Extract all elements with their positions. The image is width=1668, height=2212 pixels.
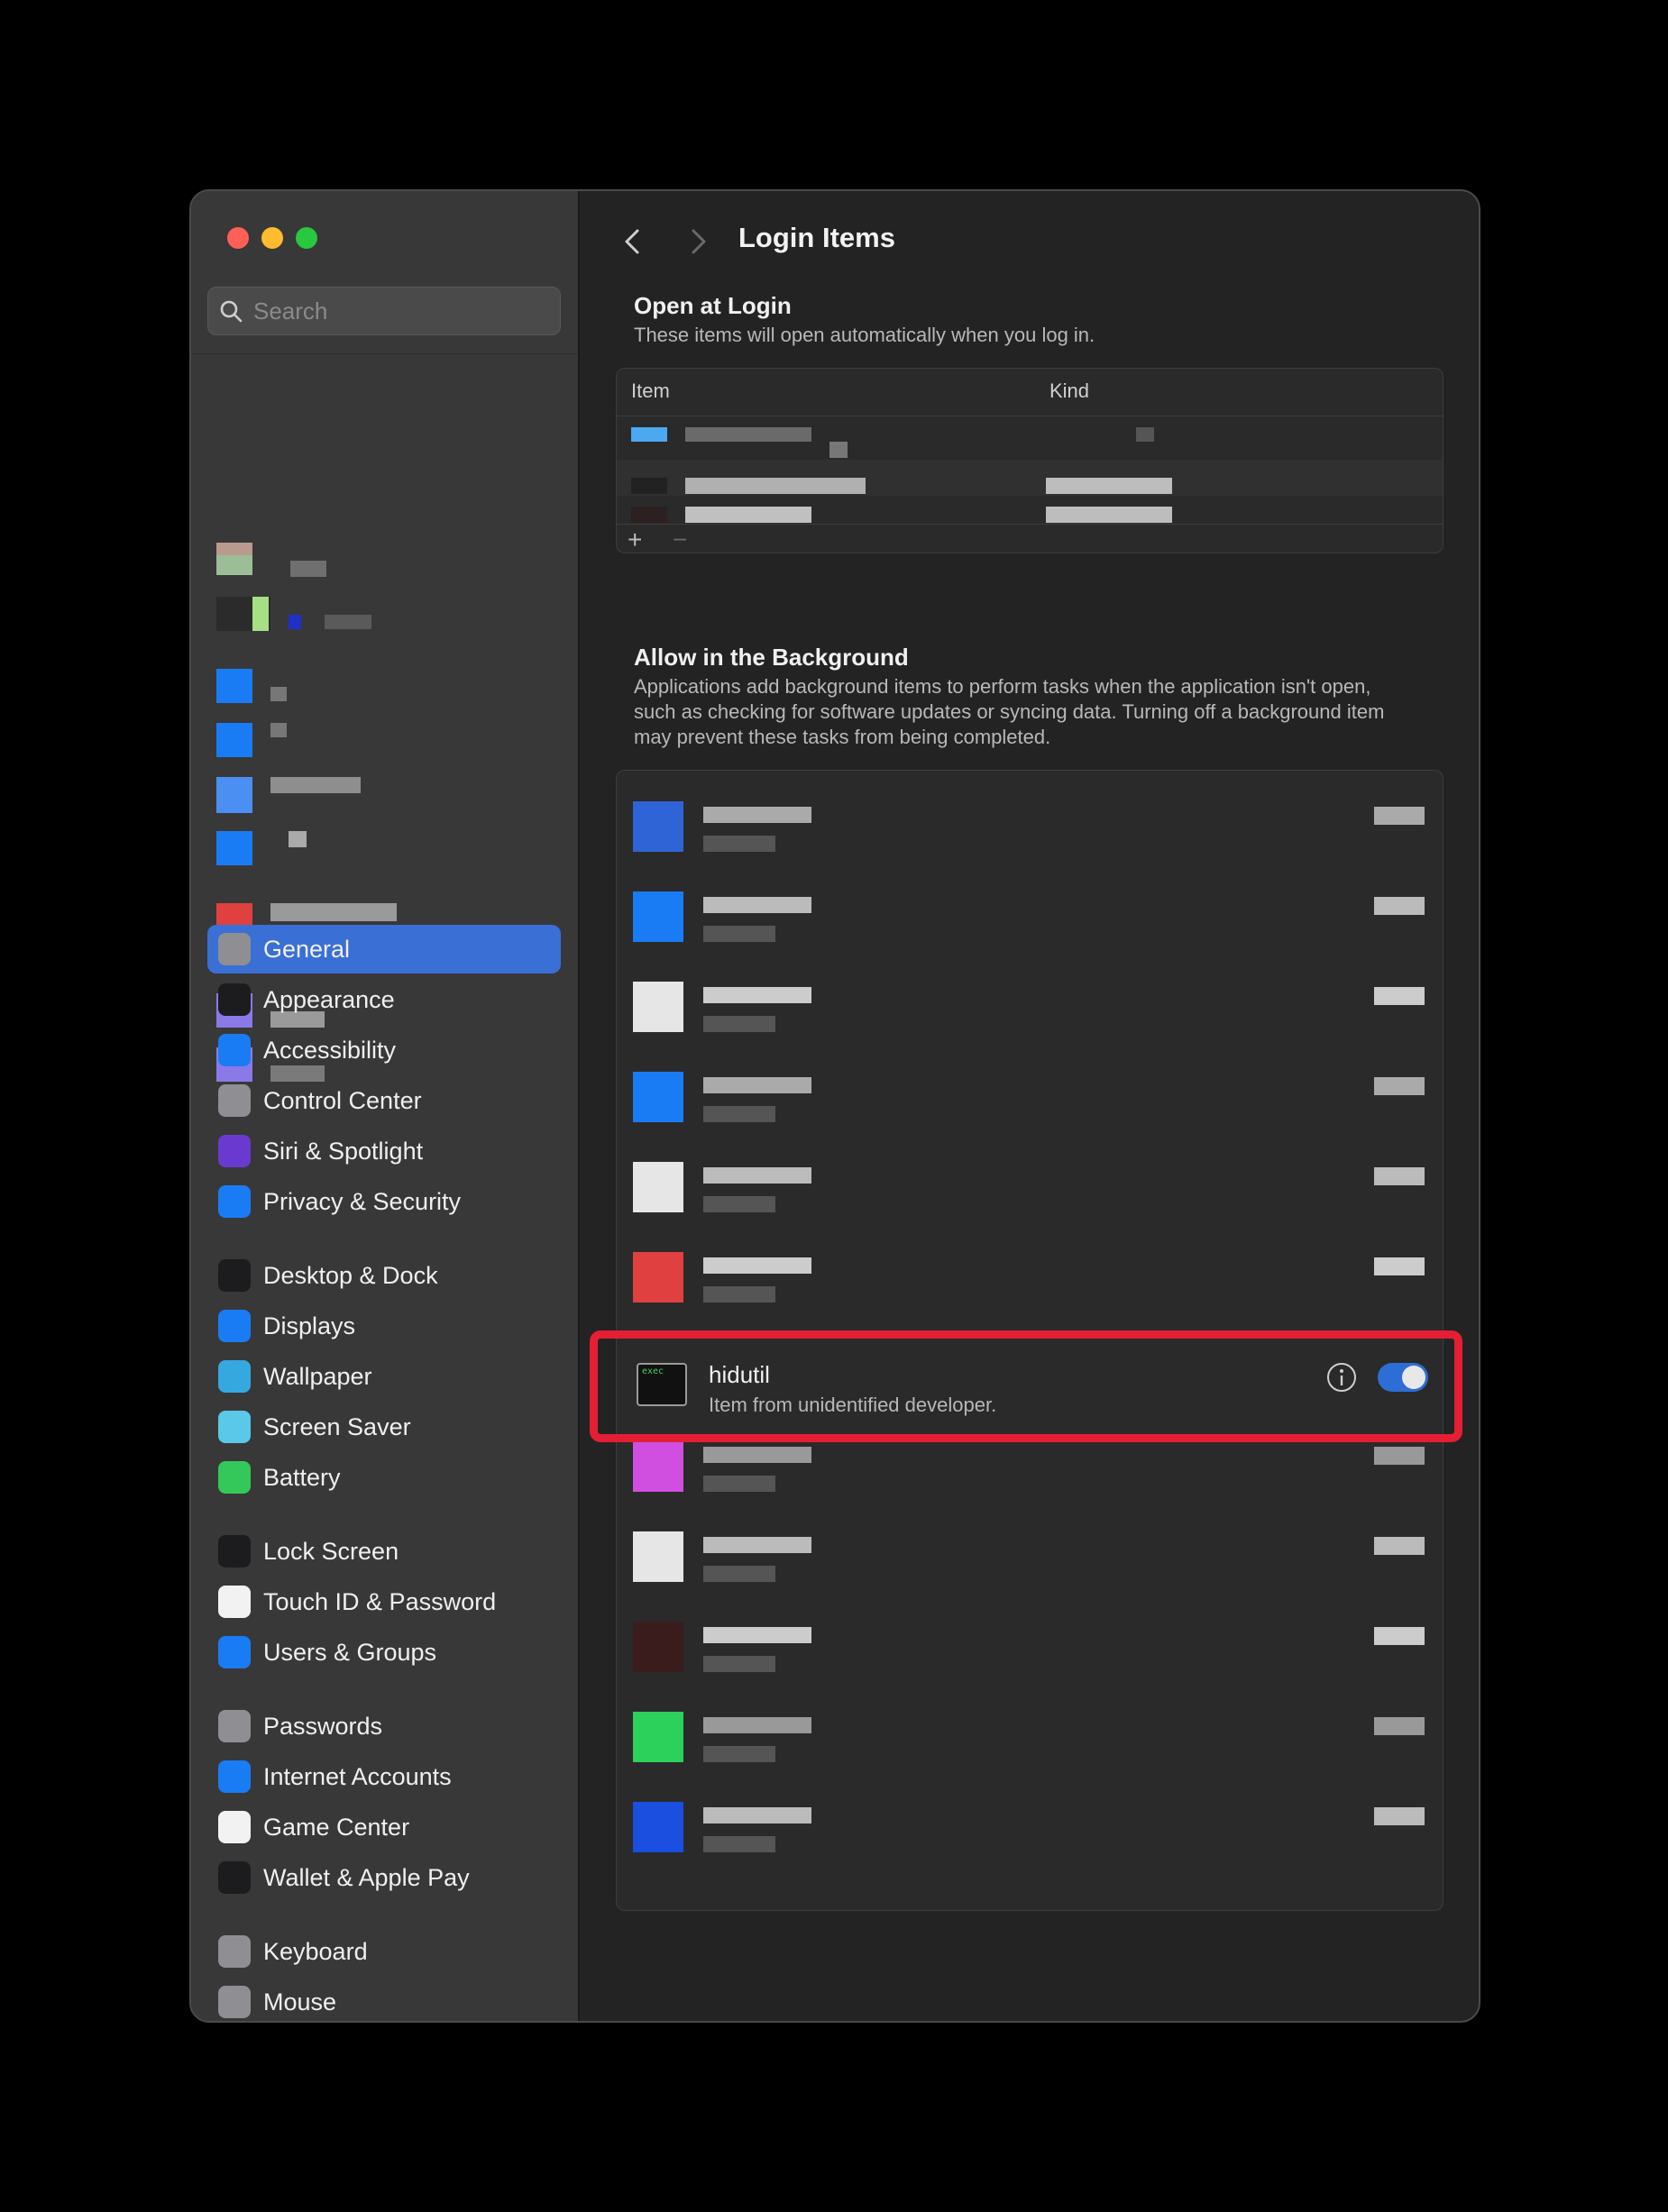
table-row[interactable] bbox=[617, 416, 1443, 460]
list-item[interactable] bbox=[617, 1050, 1443, 1140]
sidebar-item-label: Lock Screen bbox=[263, 1537, 399, 1565]
fingerprint-icon bbox=[218, 1586, 251, 1618]
back-button[interactable] bbox=[616, 224, 652, 260]
sidebar: General Appearance Accessibility Control Ce… bbox=[191, 191, 580, 2021]
sidebar-item-wallet-apple-pay[interactable]: Wallet & Apple Pay bbox=[207, 1853, 561, 1902]
dock-icon bbox=[218, 1259, 251, 1292]
list-item[interactable] bbox=[617, 780, 1443, 870]
open-at-login-title: Open at Login bbox=[634, 292, 792, 319]
control-center-icon bbox=[218, 1084, 251, 1117]
flower-icon bbox=[218, 1360, 251, 1393]
sidebar-item-label: Touch ID & Password bbox=[263, 1587, 497, 1615]
search-input[interactable] bbox=[252, 296, 544, 326]
forward-button[interactable] bbox=[679, 224, 715, 260]
list-item[interactable] bbox=[617, 1510, 1443, 1600]
sidebar-item-accessibility[interactable]: Accessibility bbox=[207, 1026, 561, 1074]
sidebar-item-label: Internet Accounts bbox=[263, 1762, 452, 1790]
highlight-annotation bbox=[590, 1330, 1462, 1442]
battery-icon bbox=[218, 1461, 251, 1494]
open-at-login-subtitle: These items will open automatically when… bbox=[634, 324, 1095, 346]
search-field[interactable] bbox=[207, 287, 561, 335]
sidebar-item-label: Desktop & Dock bbox=[263, 1261, 438, 1289]
sidebar-item-desktop-dock[interactable]: Desktop & Dock bbox=[207, 1251, 561, 1300]
list-item[interactable] bbox=[617, 870, 1443, 960]
window-controls bbox=[227, 227, 317, 249]
sidebar-item-displays[interactable]: Displays bbox=[207, 1302, 561, 1350]
sidebar-item-label: Game Center bbox=[263, 1813, 410, 1841]
screen-saver-icon bbox=[218, 1411, 251, 1443]
sidebar-item-lock-screen[interactable]: Lock Screen bbox=[207, 1527, 561, 1576]
hand-icon bbox=[218, 1185, 251, 1218]
sidebar-item-passwords[interactable]: Passwords bbox=[207, 1702, 561, 1750]
sidebar-item-users-groups[interactable]: Users & Groups bbox=[207, 1628, 561, 1677]
sidebar-item-label: Siri & Spotlight bbox=[263, 1137, 424, 1165]
zoom-button[interactable] bbox=[296, 227, 317, 249]
list-item[interactable] bbox=[617, 1780, 1443, 1870]
sidebar-item-control-center[interactable]: Control Center bbox=[207, 1076, 561, 1125]
sun-icon bbox=[218, 1310, 251, 1342]
sidebar-item-label: Displays bbox=[263, 1312, 356, 1339]
sidebar-item-label: Control Center bbox=[263, 1086, 422, 1114]
mouse-icon bbox=[218, 1986, 251, 2018]
list-item[interactable] bbox=[617, 1690, 1443, 1780]
accessibility-icon bbox=[218, 1034, 251, 1066]
wallet-icon bbox=[218, 1861, 251, 1894]
appearance-icon bbox=[218, 983, 251, 1016]
sidebar-item-appearance[interactable]: Appearance bbox=[207, 975, 561, 1024]
sidebar-item-mouse[interactable]: Mouse bbox=[207, 1978, 561, 2021]
list-item[interactable] bbox=[617, 1230, 1443, 1321]
sidebar-item-wallpaper[interactable]: Wallpaper bbox=[207, 1352, 561, 1401]
lock-icon bbox=[218, 1535, 251, 1568]
keyboard-icon bbox=[218, 1935, 251, 1968]
sidebar-item-label: Wallpaper bbox=[263, 1362, 372, 1390]
list-item[interactable] bbox=[617, 1600, 1443, 1690]
page-title: Login Items bbox=[738, 222, 895, 253]
sidebar-item-keyboard[interactable]: Keyboard bbox=[207, 1927, 561, 1976]
allow-background-subtitle: Applications add background items to per… bbox=[634, 675, 1385, 748]
table-row[interactable] bbox=[617, 496, 1443, 532]
sidebar-item-siri-spotlight[interactable]: Siri & Spotlight bbox=[207, 1127, 561, 1175]
column-header-kind: Kind bbox=[1049, 379, 1090, 402]
sidebar-item-label: Battery bbox=[263, 1463, 341, 1491]
close-button[interactable] bbox=[227, 227, 249, 249]
allow-background-title: Allow in the Background bbox=[634, 644, 909, 671]
sidebar-item-label: Passwords bbox=[263, 1712, 383, 1740]
at-icon bbox=[218, 1760, 251, 1793]
sidebar-item-label: Wallet & Apple Pay bbox=[263, 1863, 470, 1891]
sidebar-item-internet-accounts[interactable]: Internet Accounts bbox=[207, 1752, 561, 1801]
key-icon bbox=[218, 1710, 251, 1742]
sidebar-item-screen-saver[interactable]: Screen Saver bbox=[207, 1403, 561, 1451]
sidebar-item-label: Mouse bbox=[263, 1988, 337, 2015]
sidebar-item-label: Privacy & Security bbox=[263, 1187, 462, 1215]
sidebar-item-label: Accessibility bbox=[263, 1036, 397, 1064]
siri-icon bbox=[218, 1135, 251, 1167]
sidebar-item-label: General bbox=[263, 935, 351, 963]
sidebar-item-label: Appearance bbox=[263, 985, 395, 1013]
sidebar-item-label: Screen Saver bbox=[263, 1412, 411, 1440]
sidebar-item-general[interactable]: General bbox=[207, 925, 561, 973]
settings-window: General Appearance Accessibility Control Ce… bbox=[189, 189, 1480, 2023]
game-center-icon bbox=[218, 1811, 251, 1843]
main-panel: Login Items Open at Login These items wi… bbox=[580, 191, 1479, 2021]
sidebar-item-battery[interactable]: Battery bbox=[207, 1453, 561, 1502]
list-item[interactable] bbox=[617, 1140, 1443, 1230]
add-login-item-button[interactable]: + bbox=[628, 526, 642, 553]
table-row[interactable] bbox=[617, 460, 1443, 496]
gear-icon bbox=[218, 933, 251, 965]
column-header-item: Item bbox=[631, 379, 670, 402]
list-item[interactable] bbox=[617, 960, 1443, 1050]
search-icon bbox=[220, 300, 243, 323]
sidebar-item-label: Keyboard bbox=[263, 1937, 368, 1965]
remove-login-item-button[interactable]: − bbox=[673, 526, 687, 553]
login-items-table: Item Kind + − bbox=[616, 368, 1443, 553]
sidebar-item-touch-id-password[interactable]: Touch ID & Password bbox=[207, 1577, 561, 1626]
users-icon bbox=[218, 1636, 251, 1668]
sidebar-item-game-center[interactable]: Game Center bbox=[207, 1803, 561, 1851]
sidebar-item-privacy-security[interactable]: Privacy & Security bbox=[207, 1177, 561, 1226]
sidebar-item-label: Users & Groups bbox=[263, 1638, 437, 1666]
minimize-button[interactable] bbox=[261, 227, 283, 249]
